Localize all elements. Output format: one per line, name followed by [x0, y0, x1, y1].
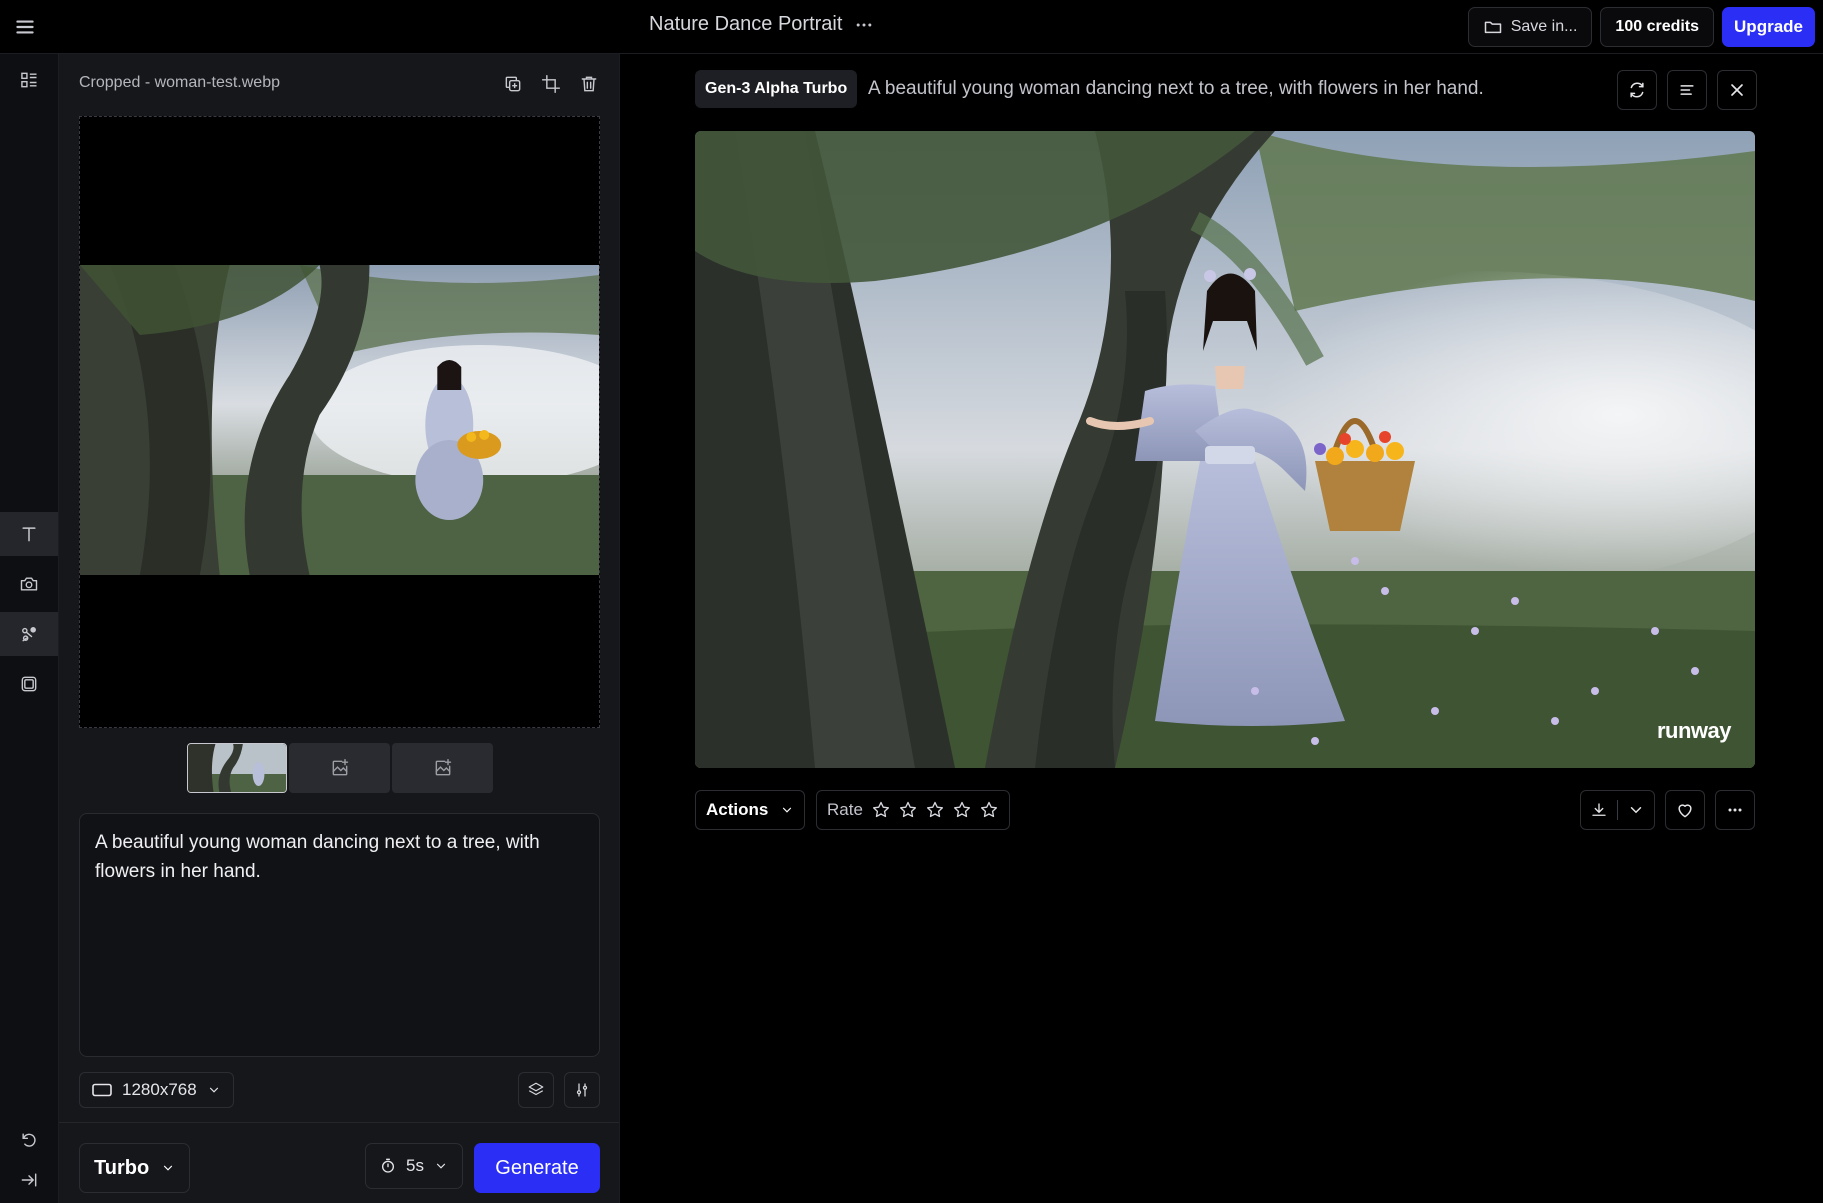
- resolution-value: 1280x768: [122, 1080, 197, 1099]
- timer-icon: [382, 1158, 394, 1173]
- frames-icon[interactable]: [0, 662, 58, 706]
- undo-icon[interactable]: [0, 1118, 58, 1162]
- rate-label: Rate: [827, 800, 863, 819]
- motion-brush-icon[interactable]: [0, 612, 58, 656]
- download-button[interactable]: [1581, 791, 1617, 829]
- close-button[interactable]: [1717, 70, 1757, 110]
- close-icon: [1731, 84, 1743, 96]
- project-title-text: Nature Dance Portrait: [649, 13, 843, 35]
- model-value: Turbo: [94, 1156, 150, 1179]
- credits-button[interactable]: 100 credits: [1600, 7, 1715, 47]
- tool-rail: [0, 54, 59, 1203]
- text-icon[interactable]: [0, 512, 58, 556]
- folder-icon: [1484, 21, 1501, 34]
- download-options-button[interactable]: [1618, 791, 1654, 829]
- download-icon: [1592, 803, 1606, 816]
- refresh-icon: [1630, 82, 1644, 98]
- tools-icon[interactable]: [0, 58, 58, 102]
- star-icon[interactable]: [952, 800, 972, 820]
- camera-icon[interactable]: [0, 562, 58, 606]
- favorite-button[interactable]: [1665, 790, 1705, 830]
- settings-button[interactable]: [564, 1072, 600, 1108]
- star-icon[interactable]: [925, 800, 945, 820]
- download-group: [1580, 790, 1655, 830]
- layers-button[interactable]: [518, 1072, 554, 1108]
- duration-select[interactable]: 5s: [365, 1143, 463, 1189]
- model-select[interactable]: Turbo: [79, 1143, 191, 1193]
- output-area: Gen-3 Alpha Turbo A beautiful young woma…: [620, 54, 1823, 1203]
- chevron-down-icon: [436, 1163, 446, 1169]
- crop-icon[interactable]: [541, 74, 561, 94]
- crop-canvas[interactable]: [79, 116, 600, 728]
- star-icon[interactable]: [979, 800, 999, 820]
- upgrade-button[interactable]: Upgrade: [1722, 7, 1815, 47]
- resolution-select[interactable]: 1280x768: [79, 1072, 234, 1108]
- layers-icon: [528, 1082, 544, 1096]
- chevron-down-icon: [1630, 807, 1642, 814]
- regenerate-button[interactable]: [1617, 70, 1657, 110]
- chevron-down-icon: [783, 807, 792, 813]
- add-end-image-slot[interactable]: [392, 743, 493, 793]
- video-frame: [695, 131, 1755, 768]
- trash-icon[interactable]: [579, 74, 599, 94]
- project-title[interactable]: Nature Dance Portrait: [649, 13, 874, 36]
- watermark: runway: [1656, 718, 1732, 743]
- rating-widget: Rate: [816, 790, 1010, 830]
- chevron-down-icon: [209, 1087, 218, 1093]
- sliders-icon: [576, 1083, 588, 1097]
- collapse-icon[interactable]: [0, 1158, 58, 1202]
- heart-icon: [1678, 804, 1692, 818]
- actions-dropdown[interactable]: Actions: [695, 790, 806, 830]
- input-image: [80, 265, 599, 575]
- save-in-label: Save in...: [1510, 18, 1578, 35]
- image-thumbnail[interactable]: [187, 743, 287, 793]
- top-bar: Nature Dance Portrait Save in... 100 cre…: [0, 0, 1823, 54]
- add-image-icon: [435, 758, 451, 776]
- save-in-button[interactable]: Save in...: [1467, 7, 1593, 47]
- more-icon: [1728, 808, 1742, 812]
- more-button[interactable]: [1715, 790, 1755, 830]
- actions-label: Actions: [706, 800, 769, 819]
- duplicate-icon[interactable]: [503, 74, 523, 94]
- add-image-icon: [332, 758, 348, 776]
- more-icon[interactable]: [854, 15, 874, 35]
- add-image-slot[interactable]: [289, 743, 390, 793]
- details-button[interactable]: [1667, 70, 1707, 110]
- prompt-input[interactable]: A beautiful young woman dancing next to …: [79, 813, 600, 1057]
- text-align-icon: [1680, 85, 1694, 95]
- menu-icon[interactable]: [12, 14, 38, 40]
- input-panel: Cropped - woman-test.webp A beautiful yo…: [59, 54, 620, 1203]
- generation-prompt: A beautiful young woman dancing next to …: [868, 78, 1484, 99]
- aspect-ratio-icon: [92, 1083, 112, 1097]
- model-badge: Gen-3 Alpha Turbo: [695, 70, 858, 108]
- duration-value: 5s: [406, 1156, 424, 1175]
- star-icon[interactable]: [871, 800, 891, 820]
- star-icon[interactable]: [898, 800, 918, 820]
- generate-button[interactable]: Generate: [474, 1143, 600, 1193]
- generated-video[interactable]: runway: [695, 131, 1755, 768]
- file-label: Cropped - woman-test.webp: [79, 74, 280, 91]
- chevron-down-icon: [164, 1165, 173, 1171]
- generate-bar: Turbo 5s Generate: [59, 1122, 619, 1203]
